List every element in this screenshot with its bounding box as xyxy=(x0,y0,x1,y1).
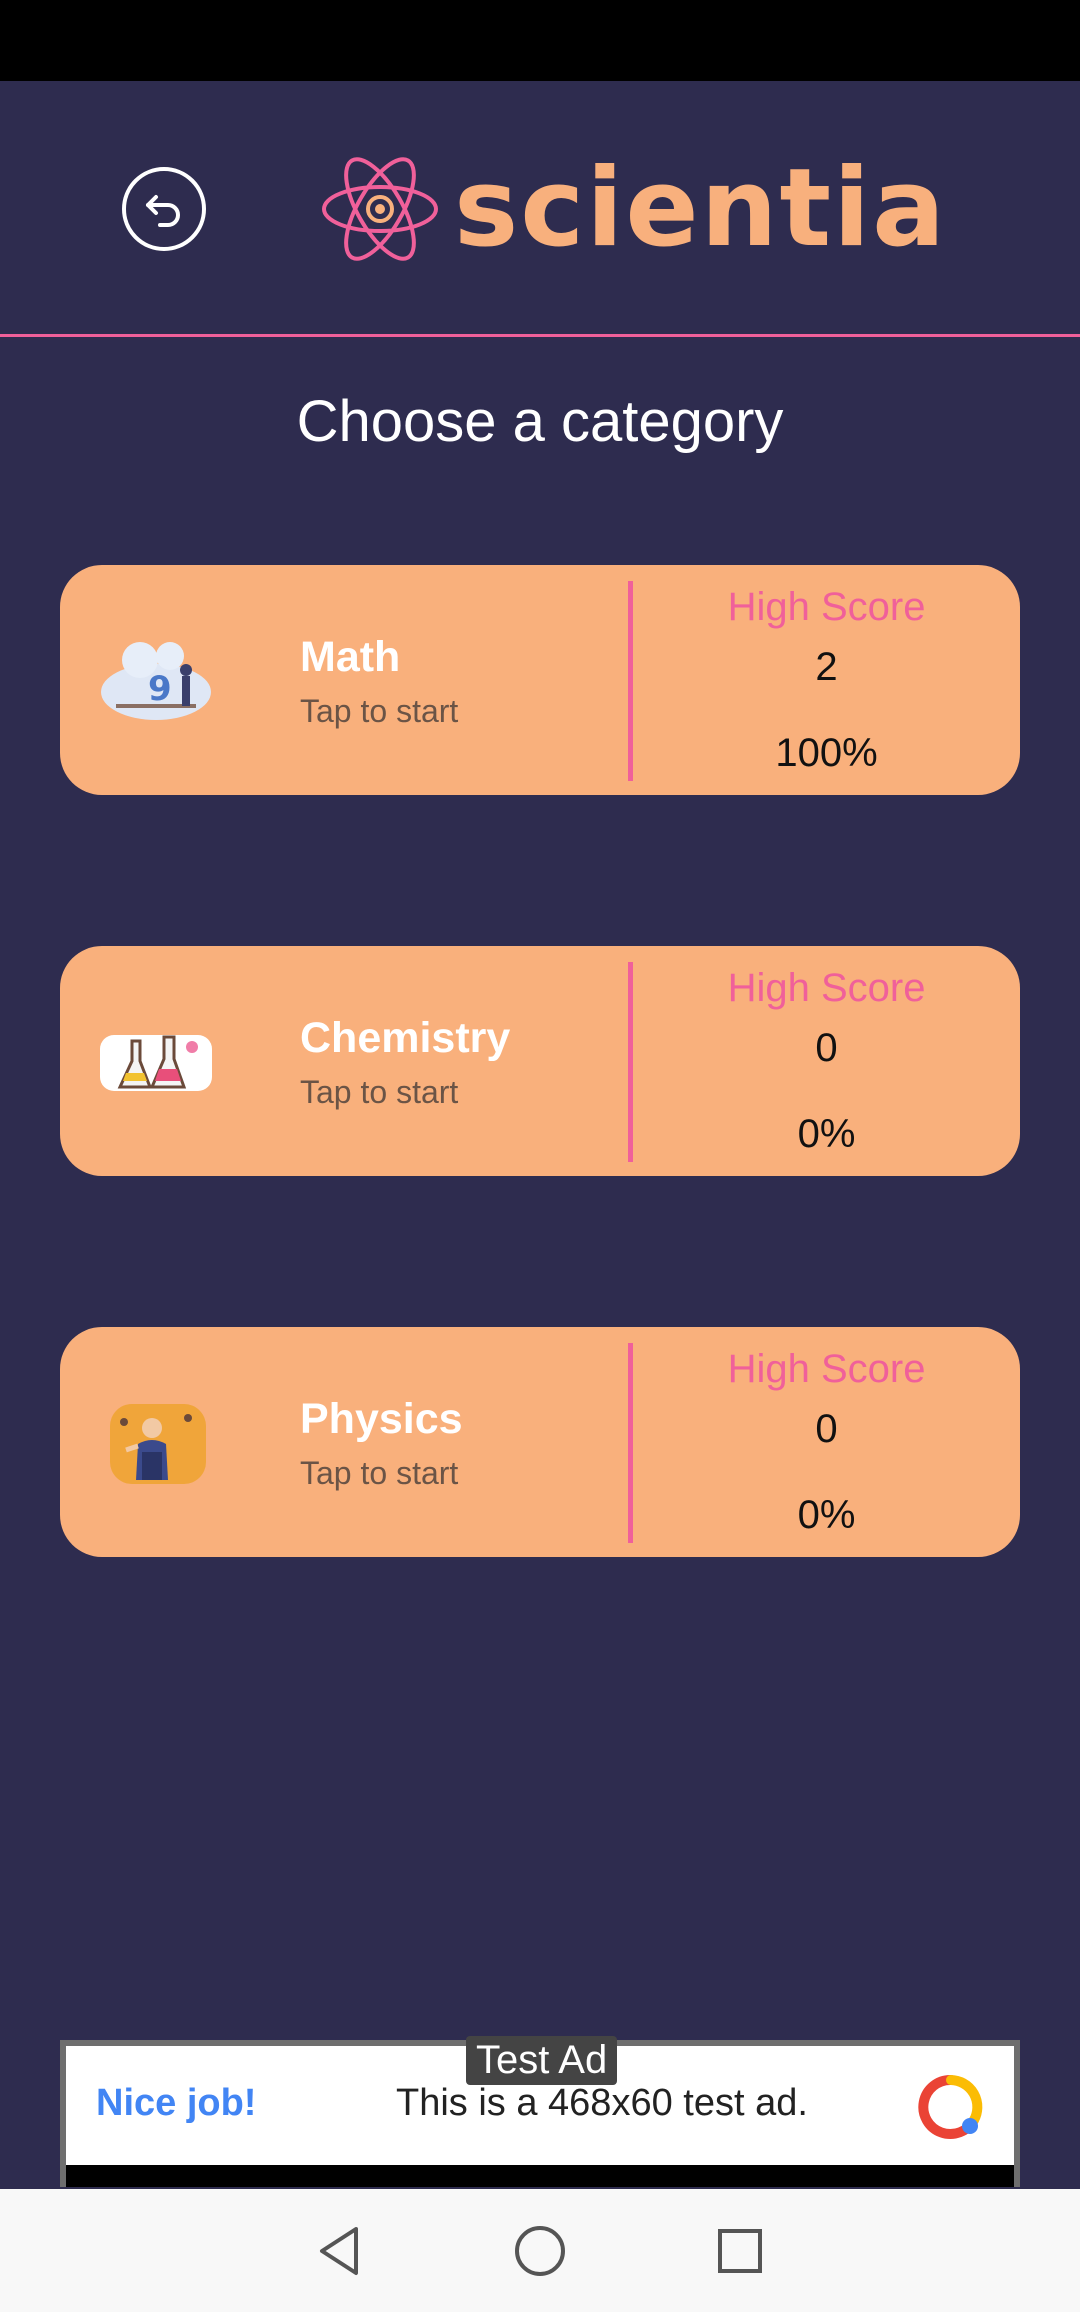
test-ad-tag: Test Ad xyxy=(466,2036,618,2085)
back-arrow-circle-icon xyxy=(146,195,180,227)
category-card-physics[interactable]: Physics Tap to start High Score 0 0% xyxy=(60,1327,1020,1557)
high-score-percent: 0% xyxy=(797,1493,856,1537)
category-subtitle: Tap to start xyxy=(300,1455,459,1491)
high-score-block: High Score 0 0% xyxy=(633,1327,1020,1557)
ad-banner[interactable]: Nice job! This is a 468x60 test ad. Test… xyxy=(60,2036,1020,2187)
category-card-math[interactable]: 9 Math Tap to start High Score 2 100% xyxy=(60,565,1020,795)
back-button[interactable] xyxy=(122,167,206,251)
page-title: Choose a category xyxy=(296,389,784,454)
high-score-block: High Score 0 0% xyxy=(633,946,1020,1176)
high-score-percent: 0% xyxy=(797,1112,856,1156)
atom-icon xyxy=(322,157,438,261)
ad-network-logo-icon xyxy=(918,2074,983,2139)
category-name: Math xyxy=(300,633,401,681)
category-name: Chemistry xyxy=(300,1014,511,1062)
ad-text: This is a 468x60 test ad. xyxy=(396,2082,808,2124)
chemistry-illustration-icon xyxy=(100,1035,212,1091)
svg-text:9: 9 xyxy=(148,669,172,709)
ad-bottom-strip xyxy=(66,2165,1014,2187)
high-score-value: 0 xyxy=(815,1407,838,1451)
system-nav-bar xyxy=(0,2189,1080,2312)
app-logo: scientia xyxy=(318,139,947,279)
nav-back-button[interactable] xyxy=(308,2219,372,2283)
nav-recents-button[interactable] xyxy=(708,2219,772,2283)
app-header: scientia xyxy=(0,81,1080,337)
status-bar xyxy=(0,0,1080,81)
category-card-chemistry[interactable]: Chemistry Tap to start High Score 0 0% xyxy=(60,946,1020,1176)
nav-home-button[interactable] xyxy=(508,2219,572,2283)
high-score-value: 2 xyxy=(815,645,838,689)
high-score-label: High Score xyxy=(727,585,926,629)
high-score-value: 0 xyxy=(815,1026,838,1070)
high-score-block: High Score 2 100% xyxy=(633,565,1020,795)
triangle-back-icon xyxy=(320,2226,358,2275)
logo-text: scientia xyxy=(454,146,947,271)
circle-home-icon xyxy=(515,2225,565,2276)
high-score-label: High Score xyxy=(727,966,926,1010)
square-recents-icon xyxy=(718,2228,762,2273)
high-score-percent: 100% xyxy=(775,731,878,775)
category-subtitle: Tap to start xyxy=(300,1074,459,1110)
category-subtitle: Tap to start xyxy=(300,693,459,729)
physics-illustration-icon xyxy=(110,1404,206,1484)
high-score-label: High Score xyxy=(727,1347,926,1391)
category-name: Physics xyxy=(300,1395,463,1443)
ad-headline: Nice job! xyxy=(96,2082,257,2124)
math-illustration-icon: 9 xyxy=(101,642,211,720)
